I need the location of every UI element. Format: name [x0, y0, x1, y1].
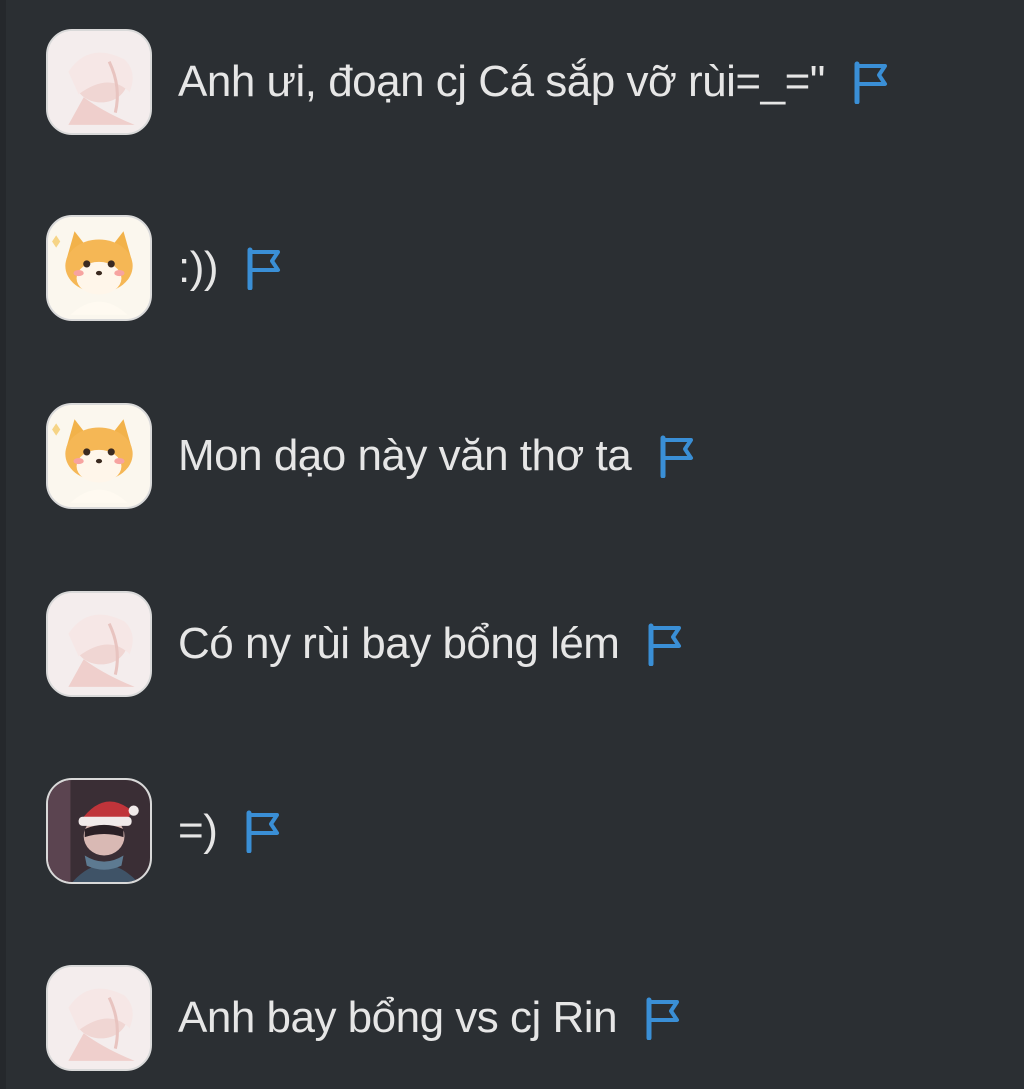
chat-message: Anh ưi, đoạn cj Cá sắp vỡ rùi=_=": [46, 27, 891, 137]
santa-hat-character-avatar-icon: [48, 780, 150, 882]
pastel-girl-avatar-icon: [48, 593, 150, 695]
chat-message: =): [46, 776, 283, 886]
user-avatar[interactable]: [46, 215, 152, 321]
user-avatar[interactable]: [46, 591, 152, 697]
message-text: Mon dạo này văn thơ ta: [178, 431, 632, 480]
message-text: Anh bay bổng vs cj Rin: [178, 993, 618, 1042]
flag-icon[interactable]: [243, 809, 283, 853]
message-text: =): [178, 806, 218, 855]
flag-icon[interactable]: [643, 996, 683, 1040]
user-avatar[interactable]: [46, 29, 152, 135]
flag-icon[interactable]: [244, 246, 284, 290]
chat-message: Mon dạo này văn thơ ta: [46, 401, 697, 511]
message-text: Có ny rùi bay bổng lém: [178, 619, 620, 668]
user-avatar[interactable]: [46, 403, 152, 509]
chat-message: :)): [46, 213, 284, 323]
flag-icon[interactable]: [657, 434, 697, 478]
flag-icon[interactable]: [851, 60, 891, 104]
chat-message-list: Anh ưi, đoạn cj Cá sắp vỡ rùi=_=":)) Mo…: [0, 0, 1024, 1089]
flag-icon[interactable]: [645, 622, 685, 666]
message-text: Anh ưi, đoạn cj Cá sắp vỡ rùi=_=": [178, 57, 825, 106]
pastel-girl-avatar-icon: [48, 967, 150, 1069]
pastel-girl-avatar-icon: [48, 31, 150, 133]
chat-message: Có ny rùi bay bổng lém: [46, 589, 685, 699]
user-avatar[interactable]: [46, 778, 152, 884]
message-text: :)): [178, 243, 219, 292]
shiba-dog-avatar-icon: [48, 217, 150, 319]
user-avatar[interactable]: [46, 965, 152, 1071]
shiba-dog-avatar-icon: [48, 405, 150, 507]
chat-message: Anh bay bổng vs cj Rin: [46, 963, 683, 1073]
